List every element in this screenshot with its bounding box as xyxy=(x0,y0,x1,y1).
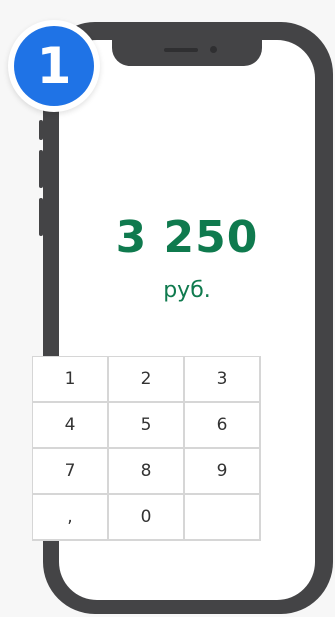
key-6[interactable]: 6 xyxy=(185,403,261,449)
key-3[interactable]: 3 xyxy=(185,357,261,403)
camera-icon xyxy=(210,46,217,53)
key-4[interactable]: 4 xyxy=(33,403,109,449)
key-comma[interactable]: , xyxy=(33,495,109,541)
volume-down-button xyxy=(39,198,43,236)
silent-switch xyxy=(39,120,43,140)
step-number: 1 xyxy=(14,26,94,106)
phone-notch xyxy=(112,40,262,66)
key-1[interactable]: 1 xyxy=(33,357,109,403)
key-empty xyxy=(185,495,261,541)
volume-up-button xyxy=(39,150,43,188)
key-8[interactable]: 8 xyxy=(109,449,185,495)
key-7[interactable]: 7 xyxy=(33,449,109,495)
key-9[interactable]: 9 xyxy=(185,449,261,495)
amount-currency: руб. xyxy=(163,278,211,303)
amount-value: 3 250 xyxy=(115,212,259,263)
step-badge: 1 xyxy=(8,20,100,112)
speaker-icon xyxy=(164,48,198,52)
key-5[interactable]: 5 xyxy=(109,403,185,449)
key-0[interactable]: 0 xyxy=(109,495,185,541)
key-2[interactable]: 2 xyxy=(109,357,185,403)
number-keypad: 1 2 3 4 5 6 7 8 9 , 0 xyxy=(32,356,261,541)
